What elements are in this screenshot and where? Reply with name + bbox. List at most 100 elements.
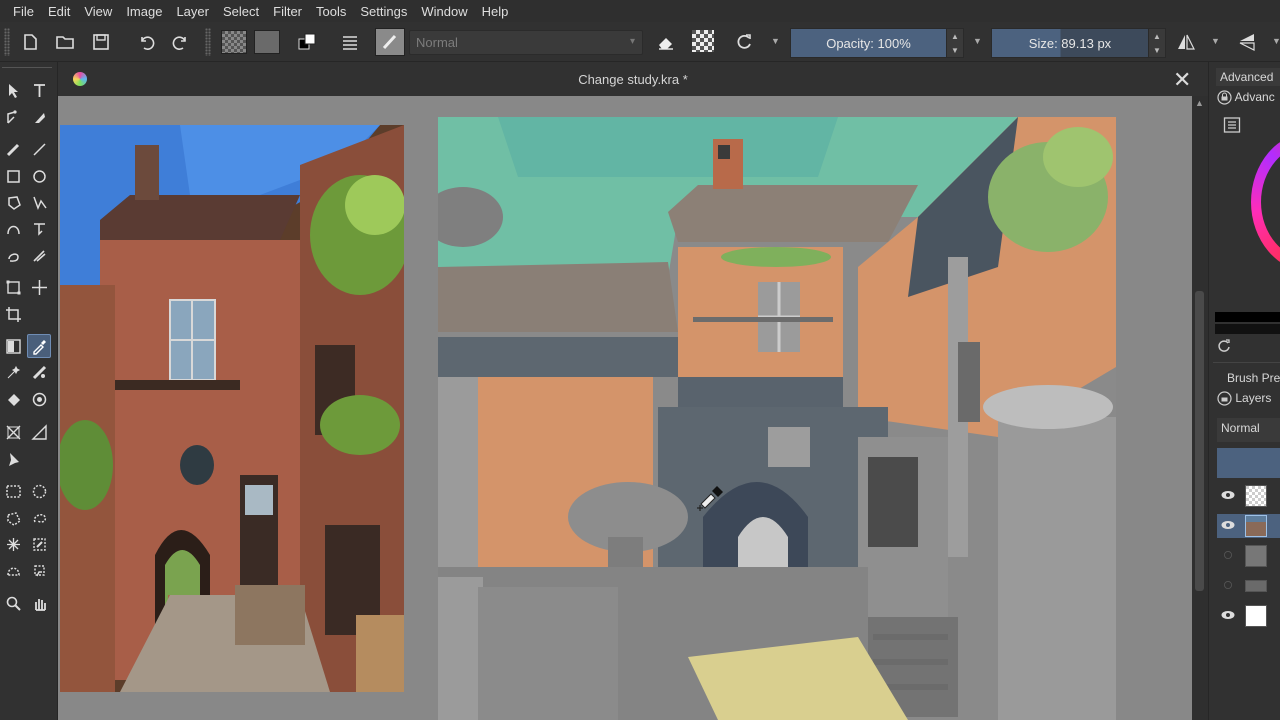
chevron-down-icon[interactable]: ▼ (771, 36, 780, 46)
rect-select-icon[interactable] (1, 479, 25, 503)
opacity-spinner[interactable]: ▲ ▼ (946, 28, 964, 58)
dynamic-brush-icon[interactable] (1, 243, 25, 267)
ellipse-tool-icon[interactable] (27, 164, 51, 188)
color-swap-icon[interactable] (294, 30, 320, 54)
scrollbar-thumb[interactable] (1195, 291, 1204, 591)
multibrush-icon[interactable] (27, 243, 51, 267)
eye-icon[interactable] (1221, 610, 1235, 620)
layer-opacity-slider[interactable] (1217, 448, 1280, 478)
refresh-icon[interactable] (1217, 339, 1231, 358)
chevron-down-icon[interactable]: ▼ (1211, 36, 1220, 46)
bezier-tool-icon[interactable] (1, 216, 25, 240)
menu-filter[interactable]: Filter (266, 4, 309, 19)
menu-tools[interactable]: Tools (309, 4, 353, 19)
polygon-select-icon[interactable] (1, 506, 25, 530)
edit-shapes-icon[interactable] (1, 105, 25, 129)
opacity-slider[interactable]: Opacity: 100% (790, 28, 947, 58)
menu-view[interactable]: View (77, 4, 119, 19)
lock-icon[interactable] (1217, 90, 1232, 105)
layer-row[interactable] (1217, 484, 1280, 508)
redo-icon[interactable] (168, 30, 194, 54)
size-spinner[interactable]: ▲ ▼ (1148, 28, 1166, 58)
zoom-tool-icon[interactable] (1, 591, 25, 615)
layer-row[interactable] (1217, 604, 1280, 628)
toolbar-grip-2[interactable] (205, 28, 211, 56)
undo-icon[interactable] (133, 30, 159, 54)
enclose-fill-icon[interactable] (27, 387, 51, 411)
crop-tool-icon[interactable] (1, 302, 25, 326)
freehand-select-icon[interactable] (27, 506, 51, 530)
transform-tool-icon[interactable] (1, 275, 25, 299)
menu-edit[interactable]: Edit (41, 4, 77, 19)
color-history-bar-2[interactable] (1215, 324, 1280, 334)
tab-advanced-color-selector[interactable]: Advanced (1216, 68, 1280, 86)
layer-row[interactable] (1217, 574, 1280, 598)
select-shapes-icon[interactable] (1, 78, 25, 102)
pattern-icon[interactable] (221, 30, 247, 54)
chevron-down-icon[interactable]: ▼ (1272, 36, 1280, 46)
canvas[interactable] (58, 96, 1192, 720)
reference-images-icon[interactable] (1, 446, 25, 470)
eye-icon[interactable] (1221, 490, 1235, 500)
layer-row-selected[interactable] (1217, 514, 1280, 538)
mirror-vertical-icon[interactable] (1234, 30, 1260, 54)
move-tool-icon[interactable] (27, 275, 51, 299)
save-icon[interactable] (88, 30, 114, 54)
menu-image[interactable]: Image (119, 4, 169, 19)
menu-file[interactable]: File (6, 4, 41, 19)
polyline-tool-icon[interactable] (27, 190, 51, 214)
toolbar-grip[interactable] (4, 28, 10, 56)
brush-presets-icon[interactable] (337, 30, 363, 54)
eraser-icon[interactable] (653, 30, 679, 54)
painting-canvas[interactable] (438, 117, 1116, 720)
mirror-horizontal-icon[interactable] (1173, 30, 1199, 54)
text-tool-icon[interactable] (27, 78, 51, 102)
measure-tool-icon[interactable] (27, 420, 51, 444)
new-document-icon[interactable] (17, 30, 43, 54)
pan-tool-icon[interactable] (27, 591, 51, 615)
calligraphy-icon[interactable] (27, 105, 51, 129)
color-history-bar[interactable] (1215, 312, 1280, 322)
gradient-tool-icon[interactable] (1, 334, 25, 358)
menu-settings[interactable]: Settings (353, 4, 414, 19)
freehand-brush-icon[interactable] (1, 137, 25, 161)
color-picker-icon[interactable] (27, 334, 51, 358)
smart-patch-icon[interactable] (27, 360, 51, 384)
menu-layer[interactable]: Layer (169, 4, 216, 19)
toolbox-handle[interactable] (2, 67, 52, 75)
polygon-tool-icon[interactable] (1, 190, 25, 214)
reload-preset-icon[interactable] (731, 30, 757, 54)
line-tool-icon[interactable] (27, 137, 51, 161)
blend-mode-select[interactable]: Normal ▾ (409, 30, 643, 55)
size-slider[interactable]: Size: 89.13 px (991, 28, 1149, 58)
brush-preview-icon[interactable] (375, 28, 405, 56)
colorize-mask-icon[interactable] (1, 360, 25, 384)
chevron-down-icon[interactable]: ▼ (973, 36, 982, 46)
layer-blend-mode-select[interactable]: Normal (1217, 418, 1280, 442)
similar-select-icon[interactable] (27, 532, 51, 556)
layer-row[interactable] (1217, 544, 1280, 568)
alpha-lock-icon[interactable] (692, 30, 714, 52)
scroll-up-icon[interactable]: ▲ (1195, 98, 1204, 108)
lock-icon[interactable] (1217, 391, 1232, 406)
ellipse-select-icon[interactable] (27, 479, 51, 503)
close-icon[interactable]: ✕ (1173, 67, 1191, 93)
fill-tool-icon[interactable] (1, 387, 25, 411)
canvas-vertical-scrollbar[interactable]: ▲ (1192, 96, 1208, 720)
open-folder-icon[interactable] (52, 30, 78, 54)
assistant-tool-icon[interactable] (1, 420, 25, 444)
menu-window[interactable]: Window (414, 4, 474, 19)
rectangle-tool-icon[interactable] (1, 164, 25, 188)
menu-help[interactable]: Help (475, 4, 516, 19)
brush-presets-header[interactable]: Brush Pre (1227, 371, 1280, 385)
hidden-eye-icon[interactable] (1221, 580, 1235, 590)
menu-select[interactable]: Select (216, 4, 266, 19)
contiguous-select-icon[interactable] (1, 532, 25, 556)
magnetic-select-icon[interactable] (27, 558, 51, 582)
settings-list-icon[interactable] (1223, 116, 1243, 134)
freehand-path-icon[interactable] (27, 216, 51, 240)
gradient-icon[interactable] (254, 30, 280, 54)
bezier-select-icon[interactable] (1, 558, 25, 582)
hidden-eye-icon[interactable] (1221, 550, 1235, 560)
eye-icon[interactable] (1221, 520, 1235, 530)
